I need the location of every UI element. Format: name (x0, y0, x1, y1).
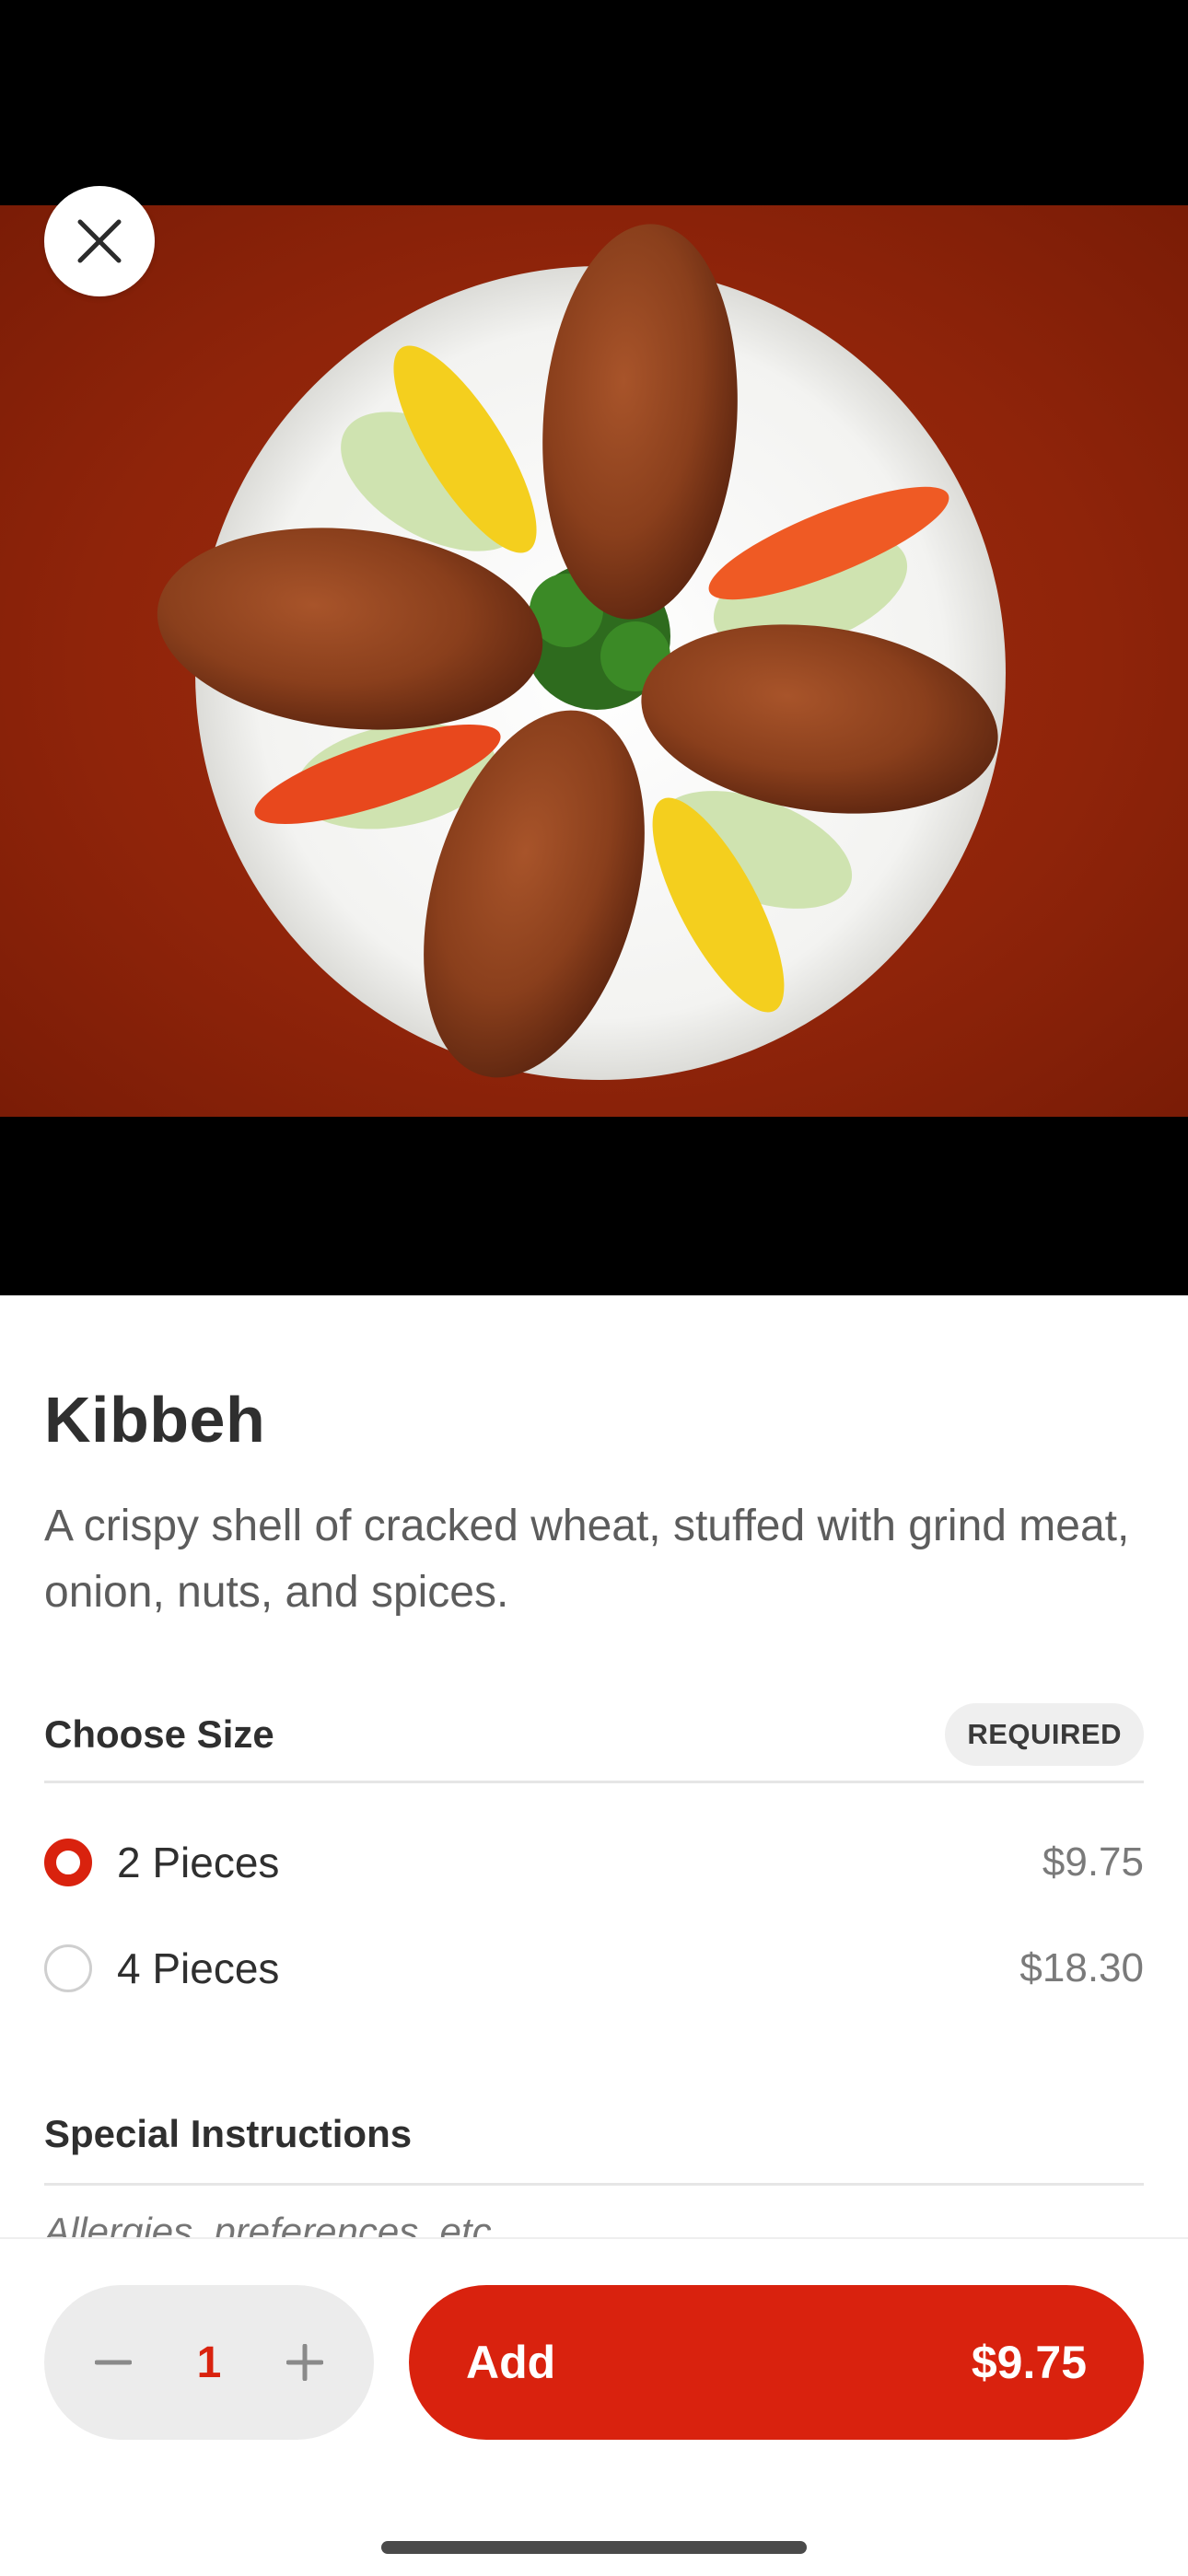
option-label: 2 Pieces (117, 1839, 280, 1886)
plus-icon (285, 2344, 323, 2381)
radio-button[interactable] (44, 1944, 92, 1992)
bottom-action-bar: 1 Add $9.75 (0, 2237, 1188, 2576)
section-divider (44, 1781, 1144, 1783)
size-section-header: Choose Size REQUIRED (44, 1698, 1144, 1771)
radio-button-selected[interactable] (44, 1839, 92, 1886)
option-price: $9.75 (1042, 1839, 1144, 1885)
option-label: 4 Pieces (117, 1944, 280, 1992)
item-description: A crispy shell of cracked wheat, stuffed… (44, 1502, 1130, 1617)
instructions-section-header: Special Instructions (44, 2097, 1144, 2171)
quantity-value: 1 (196, 2338, 222, 2387)
decrease-quantity-button[interactable] (81, 2330, 146, 2395)
close-button[interactable] (44, 186, 155, 296)
required-badge: REQUIRED (945, 1703, 1144, 1766)
add-button-price: $9.75 (971, 2337, 1087, 2388)
section-divider (44, 2183, 1144, 2186)
instructions-section-title: Special Instructions (44, 2112, 413, 2155)
minus-icon (95, 2360, 132, 2365)
close-icon (77, 219, 122, 263)
add-to-cart-button[interactable]: Add $9.75 (409, 2285, 1144, 2440)
add-button-label: Add (466, 2337, 556, 2388)
size-option-4-pieces[interactable]: 4 Pieces $18.30 (44, 1927, 1144, 2010)
size-section-title: Choose Size (44, 1712, 274, 1756)
dish-photo (0, 205, 1188, 1117)
hero-image-area (0, 0, 1188, 1295)
size-option-2-pieces[interactable]: 2 Pieces $9.75 (44, 1821, 1144, 1904)
home-indicator[interactable] (381, 2541, 807, 2554)
option-price: $18.30 (1019, 1945, 1144, 1990)
item-title: Kibbeh (44, 1384, 266, 1456)
quantity-stepper: 1 (44, 2285, 374, 2440)
increase-quantity-button[interactable] (273, 2330, 337, 2395)
